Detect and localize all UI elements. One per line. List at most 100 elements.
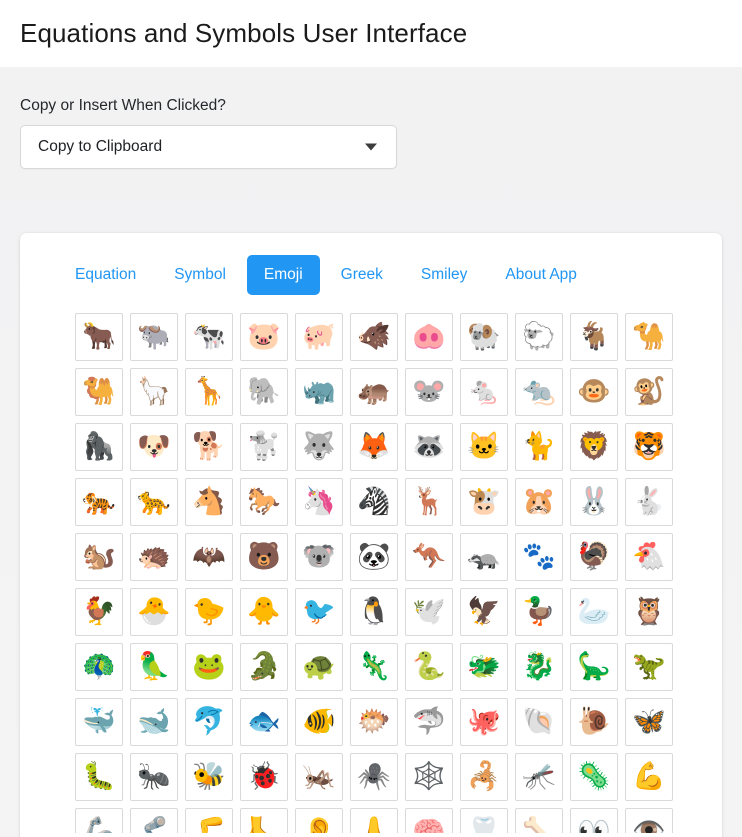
- emoji-cell-llama[interactable]: 🦙: [130, 367, 178, 416]
- emoji-cell-hippopotamus[interactable]: 🦛: [350, 367, 398, 416]
- emoji-cell-chipmunk[interactable]: 🐿️: [75, 532, 123, 581]
- emoji-cell-frog[interactable]: 🐸: [185, 642, 233, 691]
- emoji-cell-cricket[interactable]: 🦗: [295, 752, 343, 801]
- emoji-cell-gorilla[interactable]: 🦍: [75, 422, 123, 471]
- emoji-cell-ram[interactable]: 🐏: [460, 312, 508, 361]
- emoji-cell-rabbit[interactable]: 🐇: [625, 477, 673, 526]
- emoji-cell-cow-face[interactable]: 🐮: [460, 477, 508, 526]
- emoji-cell-snake[interactable]: 🐍: [405, 642, 453, 691]
- emoji-cell-horse[interactable]: 🐎: [240, 477, 288, 526]
- emoji-cell-parrot[interactable]: 🦜: [130, 642, 178, 691]
- emoji-cell-dove[interactable]: 🕊️: [405, 587, 453, 636]
- emoji-cell-kangaroo[interactable]: 🦘: [405, 532, 453, 581]
- emoji-cell-bat[interactable]: 🦇: [185, 532, 233, 581]
- emoji-cell-zebra[interactable]: 🦓: [350, 477, 398, 526]
- emoji-cell-hatching-chick[interactable]: 🐣: [130, 587, 178, 636]
- emoji-cell-monkey[interactable]: 🐒: [625, 367, 673, 416]
- emoji-cell-koala[interactable]: 🐨: [295, 532, 343, 581]
- emoji-cell-ant[interactable]: 🐜: [130, 752, 178, 801]
- emoji-cell-spiral-shell[interactable]: 🐚: [515, 697, 563, 746]
- emoji-cell-pig-nose[interactable]: 🐽: [405, 312, 453, 361]
- emoji-cell-octopus[interactable]: 🐙: [460, 697, 508, 746]
- emoji-cell-nose[interactable]: 👃: [350, 807, 398, 833]
- emoji-cell-penguin[interactable]: 🐧: [350, 587, 398, 636]
- emoji-cell-leg[interactable]: 🦵: [185, 807, 233, 833]
- emoji-cell-caterpillar[interactable]: 🐛: [75, 752, 123, 801]
- emoji-cell-badger[interactable]: 🦡: [460, 532, 508, 581]
- tab-about-app[interactable]: About App: [488, 255, 594, 295]
- emoji-cell-hamster[interactable]: 🐹: [515, 477, 563, 526]
- emoji-cell-wolf[interactable]: 🐺: [295, 422, 343, 471]
- emoji-cell-cat[interactable]: 🐈: [515, 422, 563, 471]
- emoji-cell-water-buffalo[interactable]: 🐃: [130, 312, 178, 361]
- emoji-cell-microbe[interactable]: 🦠: [570, 752, 618, 801]
- emoji-cell-dragon[interactable]: 🐉: [515, 642, 563, 691]
- emoji-cell-pig[interactable]: 🐖: [295, 312, 343, 361]
- emoji-cell-lion[interactable]: 🦁: [570, 422, 618, 471]
- emoji-cell-cow[interactable]: 🐄: [185, 312, 233, 361]
- emoji-cell-hedgehog[interactable]: 🦔: [130, 532, 178, 581]
- emoji-cell-snail[interactable]: 🐌: [570, 697, 618, 746]
- emoji-cell-dog[interactable]: 🐕: [185, 422, 233, 471]
- emoji-cell-boar[interactable]: 🐗: [350, 312, 398, 361]
- emoji-cell-scorpion[interactable]: 🦂: [460, 752, 508, 801]
- emoji-cell-horse-face[interactable]: 🐴: [185, 477, 233, 526]
- emoji-cell-rhinoceros[interactable]: 🦏: [295, 367, 343, 416]
- emoji-cell-mechanical-arm[interactable]: 🦾: [75, 807, 123, 833]
- emoji-cell-bear[interactable]: 🐻: [240, 532, 288, 581]
- emoji-cell-bone[interactable]: 🦴: [515, 807, 563, 833]
- emoji-cell-baby-chick[interactable]: 🐤: [185, 587, 233, 636]
- emoji-cell-owl[interactable]: 🦉: [625, 587, 673, 636]
- emoji-cell-bird[interactable]: 🐦: [295, 587, 343, 636]
- emoji-cell-honeybee[interactable]: 🐝: [185, 752, 233, 801]
- emoji-cell-pig-face[interactable]: 🐷: [240, 312, 288, 361]
- emoji-cell-peacock[interactable]: 🦚: [75, 642, 123, 691]
- mode-select-value[interactable]: Copy to Clipboard: [20, 125, 397, 169]
- emoji-cell-spouting-whale[interactable]: 🐳: [75, 697, 123, 746]
- emoji-cell-leopard[interactable]: 🐆: [130, 477, 178, 526]
- emoji-cell-fox[interactable]: 🦊: [350, 422, 398, 471]
- emoji-cell-chicken[interactable]: 🐔: [625, 532, 673, 581]
- emoji-cell-t-rex[interactable]: 🦖: [625, 642, 673, 691]
- emoji-cell-tiger[interactable]: 🐅: [75, 477, 123, 526]
- emoji-cell-giraffe[interactable]: 🦒: [185, 367, 233, 416]
- emoji-cell-fish[interactable]: 🐟: [240, 697, 288, 746]
- emoji-cell-two-hump-camel[interactable]: 🐫: [75, 367, 123, 416]
- tab-symbol[interactable]: Symbol: [157, 255, 243, 295]
- emoji-cell-tiger-face[interactable]: 🐯: [625, 422, 673, 471]
- emoji-cell-spider-web[interactable]: 🕸️: [405, 752, 453, 801]
- emoji-cell-flexed-biceps[interactable]: 💪: [625, 752, 673, 801]
- emoji-cell-butterfly[interactable]: 🦋: [625, 697, 673, 746]
- tab-emoji[interactable]: Emoji: [246, 255, 320, 295]
- emoji-cell-tooth[interactable]: 🦷: [460, 807, 508, 833]
- emoji-cell-unicorn[interactable]: 🦄: [295, 477, 343, 526]
- emoji-cell-swan[interactable]: 🦢: [570, 587, 618, 636]
- emoji-cell-mouse-face[interactable]: 🐭: [405, 367, 453, 416]
- emoji-cell-dog-face[interactable]: 🐶: [130, 422, 178, 471]
- emoji-cell-poodle[interactable]: 🐩: [240, 422, 288, 471]
- emoji-cell-ox[interactable]: 🐂: [75, 312, 123, 361]
- emoji-cell-eagle[interactable]: 🦅: [460, 587, 508, 636]
- emoji-cell-elephant[interactable]: 🐘: [240, 367, 288, 416]
- emoji-cell-foot[interactable]: 🦶: [240, 807, 288, 833]
- emoji-cell-mouse[interactable]: 🐁: [460, 367, 508, 416]
- emoji-cell-lady-beetle[interactable]: 🐞: [240, 752, 288, 801]
- emoji-cell-sauropod[interactable]: 🦕: [570, 642, 618, 691]
- emoji-cell-cat-face[interactable]: 🐱: [460, 422, 508, 471]
- emoji-cell-lizard[interactable]: 🦎: [350, 642, 398, 691]
- emoji-cell-raccoon[interactable]: 🦝: [405, 422, 453, 471]
- emoji-cell-crocodile[interactable]: 🐊: [240, 642, 288, 691]
- emoji-cell-mechanical-leg[interactable]: 🦿: [130, 807, 178, 833]
- emoji-cell-ear[interactable]: 👂: [295, 807, 343, 833]
- emoji-cell-mosquito[interactable]: 🦟: [515, 752, 563, 801]
- emoji-cell-rat[interactable]: 🐀: [515, 367, 563, 416]
- emoji-cell-turtle[interactable]: 🐢: [295, 642, 343, 691]
- emoji-cell-brain[interactable]: 🧠: [405, 807, 453, 833]
- mode-select[interactable]: Copy to Clipboard: [20, 125, 397, 169]
- emoji-cell-panda[interactable]: 🐼: [350, 532, 398, 581]
- emoji-cell-spider[interactable]: 🕷️: [350, 752, 398, 801]
- tab-greek[interactable]: Greek: [324, 255, 400, 295]
- emoji-cell-duck[interactable]: 🦆: [515, 587, 563, 636]
- emoji-cell-rabbit-face[interactable]: 🐰: [570, 477, 618, 526]
- emoji-cell-ewe[interactable]: 🐑: [515, 312, 563, 361]
